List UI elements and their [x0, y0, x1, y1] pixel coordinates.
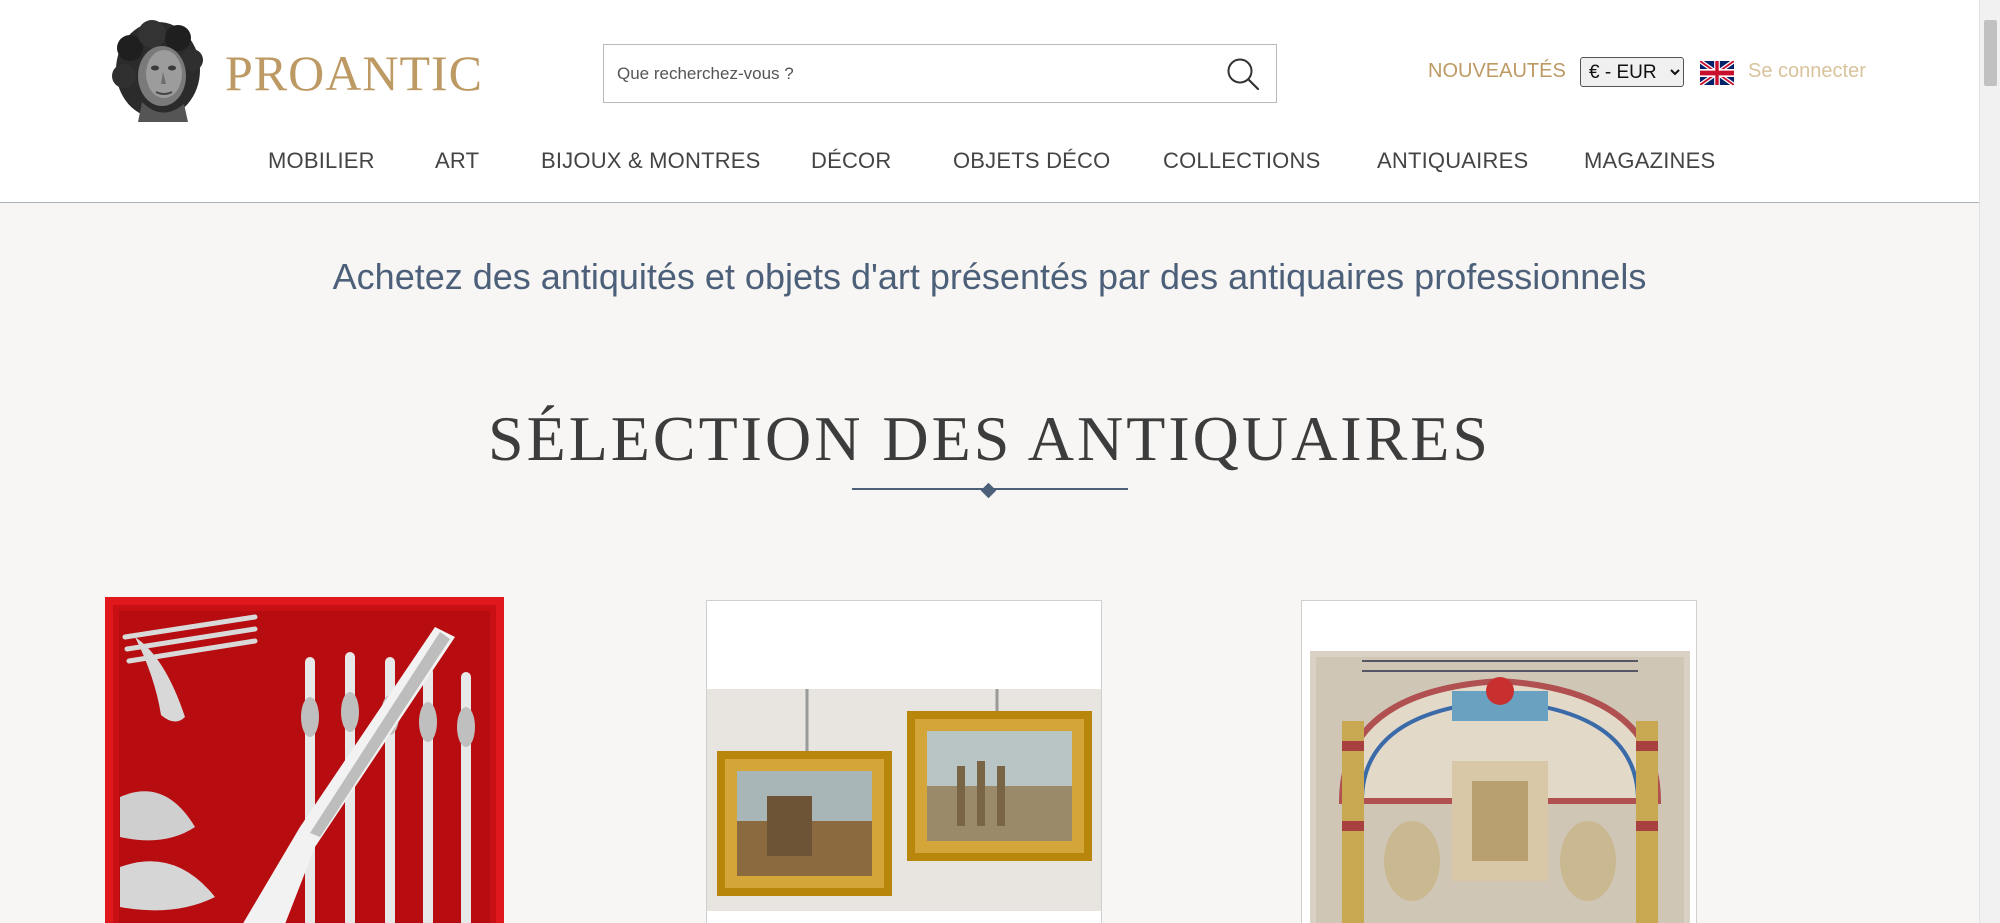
title-divider-diamond	[980, 482, 997, 499]
section-title: SÉLECTION DES ANTIQUAIRES	[488, 403, 1491, 474]
nav-item-bijoux-montres[interactable]: BIJOUX & MONTRES	[541, 148, 761, 174]
search-input[interactable]	[604, 45, 1204, 102]
product-card[interactable]	[105, 597, 504, 923]
nav-item-collections[interactable]: COLLECTIONS	[1163, 148, 1320, 174]
nav-item-mobilier[interactable]: MOBILIER	[268, 148, 375, 174]
currency-select[interactable]: € - EUR	[1580, 57, 1684, 87]
nav-item-antiquaires[interactable]: ANTIQUAIRES	[1377, 148, 1528, 174]
page-scrollbar[interactable]	[1979, 0, 2000, 923]
logo-text: PROANTIC	[225, 45, 484, 101]
product-card[interactable]	[706, 600, 1102, 923]
nav-item-magazines[interactable]: MAGAZINES	[1584, 148, 1715, 174]
main-nav: MOBILIER ART BIJOUX & MONTRES DÉCOR OBJE…	[0, 148, 1979, 178]
nav-item-objets-deco[interactable]: OBJETS DÉCO	[953, 148, 1110, 174]
search-icon[interactable]	[1224, 55, 1262, 93]
silver-cutlery-set-image	[105, 597, 504, 923]
site-header: PROANTIC NOUVEAUTÉS € - EUR Se connecter…	[0, 0, 1979, 203]
gilt-framed-paintings-image	[707, 601, 1101, 923]
login-link[interactable]: Se connecter	[1748, 60, 1866, 83]
bust-icon	[112, 20, 203, 122]
scrollbar-thumb[interactable]	[1984, 20, 1997, 86]
nav-item-decor[interactable]: DÉCOR	[811, 148, 891, 174]
search-form	[603, 44, 1277, 103]
product-card[interactable]	[1301, 600, 1697, 923]
page-tagline: Achetez des antiquités et objets d'art p…	[332, 256, 1647, 297]
uk-flag-icon[interactable]	[1700, 61, 1734, 85]
embroidered-tapestry-image	[1302, 601, 1696, 923]
nav-item-art[interactable]: ART	[435, 148, 479, 174]
new-arrivals-link[interactable]: NOUVEAUTÉS	[1428, 60, 1566, 83]
